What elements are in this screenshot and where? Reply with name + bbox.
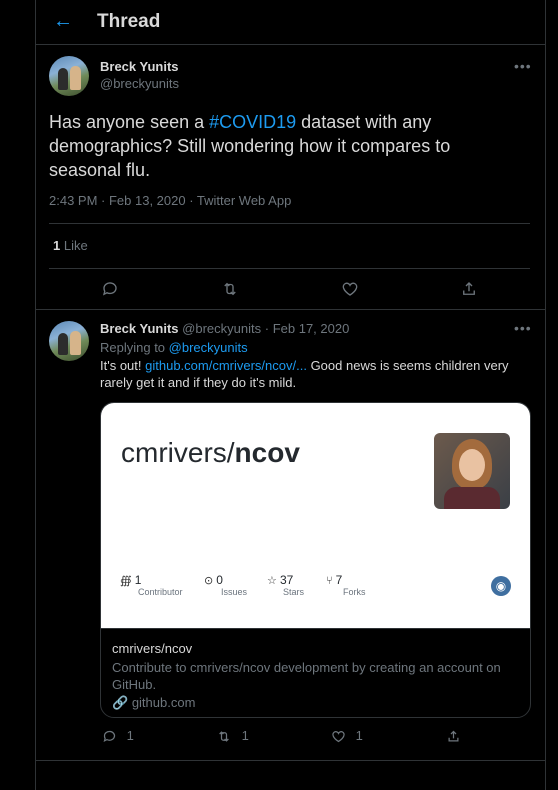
fork-icon: ⑂ — [326, 575, 333, 587]
tweet-text: Has anyone seen a #COVID19 dataset with … — [49, 112, 451, 180]
card-title: cmrivers/ncov — [112, 641, 193, 656]
tweet-date[interactable]: Feb 17, 2020 — [273, 321, 350, 336]
tweet-text: It's out! github.com/cmrivers/ncov/... G… — [100, 358, 509, 390]
forks-stat: ⑂ 7 Forks — [326, 573, 366, 597]
people-icon: ∰ — [120, 575, 132, 587]
back-arrow-icon[interactable]: ← — [53, 9, 73, 33]
share-icon[interactable] — [458, 278, 480, 300]
hashtag-link[interactable]: #COVID19 — [209, 112, 296, 132]
reply-header: Breck Yunits @breckyunits · Feb 17, 2020 — [100, 321, 350, 336]
share-button[interactable] — [446, 728, 461, 744]
more-icon[interactable]: ••• — [514, 58, 532, 74]
thread-column: ← Thread Breck Yunits @breckyunits ••• H… — [35, 0, 546, 790]
divider — [36, 760, 545, 761]
stars-stat: ☆ 37 Stars — [267, 573, 305, 597]
like-button[interactable]: 1 — [331, 728, 363, 744]
avatar[interactable] — [49, 321, 89, 361]
divider — [49, 223, 530, 224]
card-description: Contribute to cmrivers/ncov development … — [112, 660, 501, 692]
card-domain: 🔗 github.com — [112, 695, 196, 710]
reply-icon — [103, 730, 116, 743]
heart-icon — [332, 731, 345, 743]
author-handle[interactable]: @breckyunits — [182, 321, 261, 336]
mention-link[interactable]: @breckyunits — [169, 340, 248, 355]
author-handle[interactable]: @breckyunits — [100, 76, 179, 91]
retweet-button[interactable]: 1 — [216, 728, 249, 744]
url-link[interactable]: github.com/cmrivers/ncov/... — [145, 358, 307, 373]
retweet-icon[interactable] — [219, 278, 241, 300]
link-card[interactable]: cmrivers/ncov ∰ 1 Contributor ⊙ 0 Issues… — [100, 402, 531, 718]
divider — [49, 268, 530, 269]
replying-to: Replying to @breckyunits — [100, 340, 248, 355]
share-icon — [448, 730, 459, 742]
header: ← Thread — [36, 0, 545, 45]
retweet-icon — [219, 731, 229, 742]
issues-stat: ⊙ 0 Issues — [204, 573, 248, 597]
author-photo — [434, 433, 510, 509]
reply-icon[interactable] — [99, 278, 121, 300]
card-image: cmrivers/ncov ∰ 1 Contributor ⊙ 0 Issues… — [101, 403, 530, 628]
author-name[interactable]: Breck Yunits — [100, 321, 179, 336]
contributor-stat: ∰ 1 Contributor — [120, 573, 183, 597]
page-title: Thread — [97, 11, 161, 32]
tweet-meta[interactable]: 2:43 PM · Feb 13, 2020 · Twitter Web App — [49, 193, 291, 208]
reply-button[interactable]: 1 — [102, 728, 134, 744]
divider — [36, 309, 545, 310]
link-icon: 🔗 — [112, 695, 129, 710]
card-body: cmrivers/ncov Contribute to cmrivers/nco… — [101, 628, 530, 717]
avatar[interactable] — [49, 56, 89, 96]
github-icon: ◉ — [491, 576, 511, 596]
heart-icon[interactable] — [339, 278, 361, 300]
card-image-title: cmrivers/ncov — [121, 437, 300, 468]
issue-icon: ⊙ — [204, 575, 214, 587]
likes-count[interactable]: 1 Like — [53, 238, 88, 253]
star-icon: ☆ — [267, 575, 277, 587]
more-icon[interactable]: ••• — [514, 320, 532, 336]
author-name[interactable]: Breck Yunits — [100, 59, 179, 74]
